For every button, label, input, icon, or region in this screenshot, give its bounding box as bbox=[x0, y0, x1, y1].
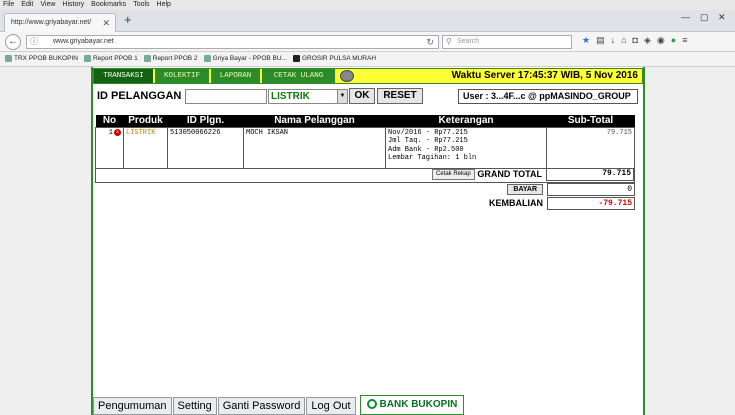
browser-tab[interactable]: http://www.griyabayar.net/ ✕ bbox=[4, 13, 116, 32]
ganti-password-button[interactable]: Ganti Password bbox=[217, 397, 306, 415]
bookmark-icon bbox=[83, 55, 91, 63]
menu-file[interactable]: File bbox=[3, 0, 14, 10]
bayar-input[interactable]: 0 bbox=[547, 183, 635, 196]
whatsapp-icon[interactable]: ● bbox=[671, 35, 676, 46]
tab-cetak-ulang[interactable]: CETAK ULANG bbox=[262, 69, 336, 83]
bottom-navigation: Pengumuman Setting Ganti Password Log Ou… bbox=[93, 395, 465, 415]
table-row: 1 ✕ LISTRIK 513050066226 MOCH IKSAN Nov/2… bbox=[95, 126, 635, 169]
cell-id-plgn: 513050066226 bbox=[167, 126, 244, 169]
bookmarks-bar: TRX PPOB BUKOPIN Report PPOB 1 Report PP… bbox=[0, 52, 735, 67]
menu-edit[interactable]: Edit bbox=[21, 0, 33, 10]
new-tab-icon[interactable]: + bbox=[124, 12, 132, 27]
cetak-rekap-button[interactable]: Cetak Rekap bbox=[432, 169, 475, 180]
table-header-row: No Produk ID Plgn. Nama Pelanggan Ketera… bbox=[95, 115, 635, 127]
browser-menubar: File Edit View History Bookmarks Tools H… bbox=[0, 0, 735, 10]
bayar-button[interactable]: BAYAR bbox=[507, 184, 543, 195]
tab-title: http://www.griyabayar.net/ bbox=[11, 19, 92, 26]
transaction-table: No Produk ID Plgn. Nama Pelanggan Ketera… bbox=[95, 115, 635, 169]
delete-icon[interactable]: ✕ bbox=[114, 128, 121, 136]
id-pelanggan-label: ID PELANGGAN : bbox=[97, 90, 189, 102]
window-close-icon[interactable]: ✕ bbox=[718, 12, 726, 23]
bookmark-item[interactable]: GROSIR PULSA MURAH bbox=[292, 55, 376, 63]
menu-tools[interactable]: Tools bbox=[133, 0, 149, 10]
product-selected-value: LISTRIK bbox=[271, 91, 310, 102]
cell-produk: LISTRIK bbox=[123, 126, 168, 169]
server-time: Waktu Server 17:45:37 WIB, 5 Nov 2016 bbox=[451, 70, 638, 81]
browser-tabbar: http://www.griyabayar.net/ ✕ + — ▢ ✕ bbox=[0, 10, 735, 32]
top-navigation: TRANSAKSI KOLEKTIF LAPORAN CETAK ULANG W… bbox=[93, 68, 643, 84]
col-produk: Produk bbox=[123, 115, 168, 127]
bookmark-icon bbox=[292, 55, 300, 63]
grand-total-label: GRAND TOTAL bbox=[477, 169, 542, 179]
cell-no: 1 ✕ bbox=[95, 126, 124, 169]
grand-total-value: 79.715 bbox=[546, 168, 634, 181]
menu-view[interactable]: View bbox=[40, 0, 55, 10]
col-keterangan: Keterangan bbox=[385, 115, 547, 127]
tab-kolektif[interactable]: KOLEKTIF bbox=[155, 69, 210, 83]
close-icon[interactable]: ✕ bbox=[102, 14, 110, 32]
globe-icon[interactable]: ◉ bbox=[657, 35, 665, 46]
shield-icon[interactable]: ◈ bbox=[644, 35, 651, 46]
tab-transaksi[interactable]: TRANSAKSI bbox=[94, 69, 154, 83]
info-icon[interactable]: ⓘ bbox=[30, 36, 38, 48]
bookmark-item[interactable]: Report PPOB 2 bbox=[143, 55, 198, 63]
browser-navbar: ← ⓘ www.griyabayar.net ↻ ⚲ Search ★ ▤ ↓ … bbox=[0, 32, 735, 52]
back-arrow-icon[interactable]: ← bbox=[5, 34, 21, 50]
hamburger-menu-icon[interactable]: ≡ bbox=[682, 35, 687, 46]
bookmark-item[interactable]: Report PPOB 1 bbox=[83, 55, 138, 63]
menu-help[interactable]: Help bbox=[157, 0, 171, 10]
chevron-down-icon[interactable]: ▼ bbox=[337, 90, 347, 103]
reload-icon[interactable]: ↻ bbox=[426, 36, 434, 48]
maximize-icon[interactable]: ▢ bbox=[700, 12, 709, 23]
menu-history[interactable]: History bbox=[62, 0, 84, 10]
ppob-app: TRANSAKSI KOLEKTIF LAPORAN CETAK ULANG W… bbox=[91, 67, 645, 415]
kembalian-row: KEMBALIAN -79.715 bbox=[95, 197, 635, 211]
col-no: No bbox=[95, 115, 124, 127]
kembalian-label: KEMBALIAN bbox=[489, 198, 543, 208]
bookmark-item[interactable]: Griya Bayar - PPOB BU... bbox=[203, 55, 287, 63]
col-nama: Nama Pelanggan bbox=[243, 115, 386, 127]
user-info: User : 3...4F...c @ ppMASINDO_GROUP bbox=[458, 89, 638, 104]
toolbar-icons: ★ ▤ ↓ ⌂ ◘ ◈ ◉ ● ≡ bbox=[582, 35, 687, 46]
url-bar[interactable]: ⓘ www.griyabayar.net ↻ bbox=[26, 35, 439, 49]
grand-total-row: Cetak Rekap GRAND TOTAL 79.715 bbox=[95, 168, 635, 183]
search-input[interactable]: ⚲ Search bbox=[442, 35, 572, 49]
col-id-plgn: ID Plgn. bbox=[167, 115, 244, 127]
id-pelanggan-input[interactable] bbox=[185, 89, 267, 104]
library-icon[interactable]: ▤ bbox=[596, 35, 605, 46]
pengumuman-button[interactable]: Pengumuman bbox=[93, 397, 172, 415]
bookmark-star-icon[interactable]: ★ bbox=[582, 35, 590, 46]
pocket-icon[interactable]: ◘ bbox=[633, 35, 638, 46]
bookmark-icon bbox=[203, 55, 211, 63]
cell-keterangan: Nov/2016 - Rp77.215 Jml Taq. - Rp77.215 … bbox=[385, 126, 547, 169]
logout-button[interactable]: Log Out bbox=[306, 397, 356, 415]
search-placeholder: Search bbox=[457, 38, 480, 45]
tab-laporan[interactable]: LAPORAN bbox=[211, 69, 261, 83]
bayar-row: BAYAR 0 bbox=[95, 183, 635, 197]
customer-id-row: ID PELANGGAN : LISTRIK ▼ OK RESET User :… bbox=[93, 87, 643, 107]
cell-subtotal: 79.715 bbox=[546, 126, 635, 169]
home-icon[interactable]: ⌂ bbox=[621, 35, 626, 46]
summary-section: Cetak Rekap GRAND TOTAL 79.715 BAYAR 0 K… bbox=[95, 168, 635, 211]
product-select[interactable]: LISTRIK ▼ bbox=[268, 89, 348, 104]
cell-nama: MOCH IKSAN bbox=[243, 126, 386, 169]
setting-button[interactable]: Setting bbox=[172, 397, 217, 415]
url-text: www.griyabayar.net bbox=[53, 38, 114, 45]
bookmark-icon bbox=[5, 55, 12, 63]
minimize-icon[interactable]: — bbox=[681, 12, 690, 22]
search-icon: ⚲ bbox=[446, 37, 452, 46]
web-page: TRANSAKSI KOLEKTIF LAPORAN CETAK ULANG W… bbox=[0, 67, 735, 415]
bookmark-item[interactable]: TRX PPOB BUKOPIN bbox=[5, 55, 78, 63]
bank-logo: BANK BUKOPIN bbox=[359, 395, 465, 415]
col-subtotal: Sub-Total bbox=[546, 115, 635, 127]
download-icon[interactable]: ↓ bbox=[611, 35, 616, 46]
bank-bukopin-icon bbox=[366, 399, 377, 410]
ok-button[interactable]: OK bbox=[349, 88, 375, 104]
app-logo-icon bbox=[340, 70, 354, 82]
kembalian-value: -79.715 bbox=[547, 197, 635, 210]
bookmark-icon bbox=[143, 55, 151, 63]
reset-button[interactable]: RESET bbox=[377, 88, 423, 104]
menu-bookmarks[interactable]: Bookmarks bbox=[91, 0, 126, 10]
